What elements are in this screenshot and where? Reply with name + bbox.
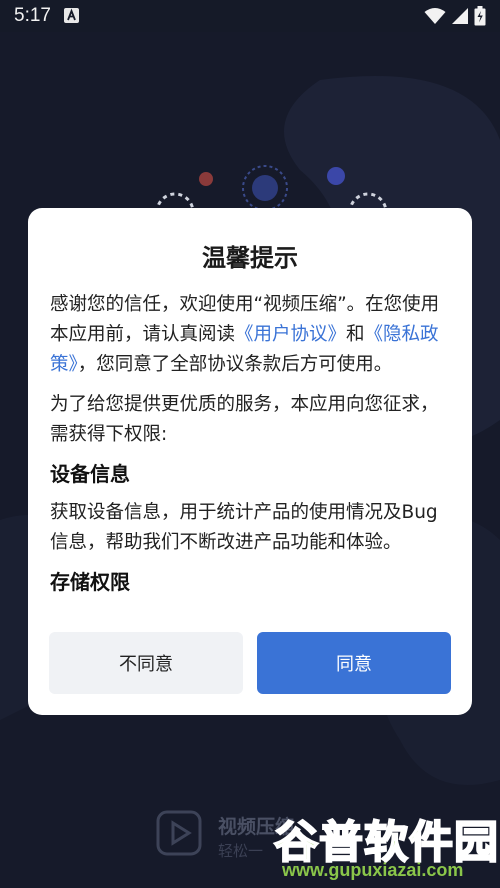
- notification-a-icon: [64, 8, 79, 23]
- dialog-title: 温馨提示: [202, 244, 298, 272]
- intro-conj: 和: [346, 324, 365, 345]
- permission-intro-paragraph: 为了给您提供更优质的服务，本应用向您征求，需获得下权限:: [50, 394, 439, 445]
- brand-slogan: 轻松一: [218, 842, 264, 860]
- storage-permission-heading: 存储权限: [50, 570, 130, 594]
- device-info-body: 获取设备信息，用于统计产品的使用情况及Bug信息，帮助我们不断改进产品功能和体验…: [50, 502, 438, 553]
- user-agreement-link[interactable]: 《用户协议》: [235, 324, 346, 345]
- intro-suffix: ，您同意了全部协议条款后方可使用。: [77, 354, 393, 375]
- battery-icon: [474, 6, 486, 26]
- permission-dialog: 温馨提示 感谢您的信任，欢迎使用“视频压缩”。在您使用本应用前，请认真阅读《用户…: [28, 208, 472, 715]
- signal-icon: [452, 8, 468, 24]
- dialog-content-scroll[interactable]: 感谢您的信任，欢迎使用“视频压缩”。在您使用本应用前，请认真阅读《用户协议》和《…: [50, 290, 450, 622]
- app-logo-icon: [156, 810, 202, 856]
- status-bar: 5:17: [0, 0, 500, 32]
- watermark-url: www.gupuxiazai.com: [282, 860, 464, 880]
- disagree-button[interactable]: 不同意: [49, 632, 243, 694]
- site-watermark: 谷普软件园 www.gupuxiazai.com: [268, 806, 500, 888]
- agree-button[interactable]: 同意: [257, 632, 451, 694]
- intro-paragraph: 感谢您的信任，欢迎使用“视频压缩”。在您使用本应用前，请认真阅读《用户协议》和《…: [50, 290, 450, 380]
- status-time: 5:17: [14, 5, 51, 26]
- wifi-icon: [424, 8, 446, 24]
- device-info-heading: 设备信息: [50, 462, 130, 486]
